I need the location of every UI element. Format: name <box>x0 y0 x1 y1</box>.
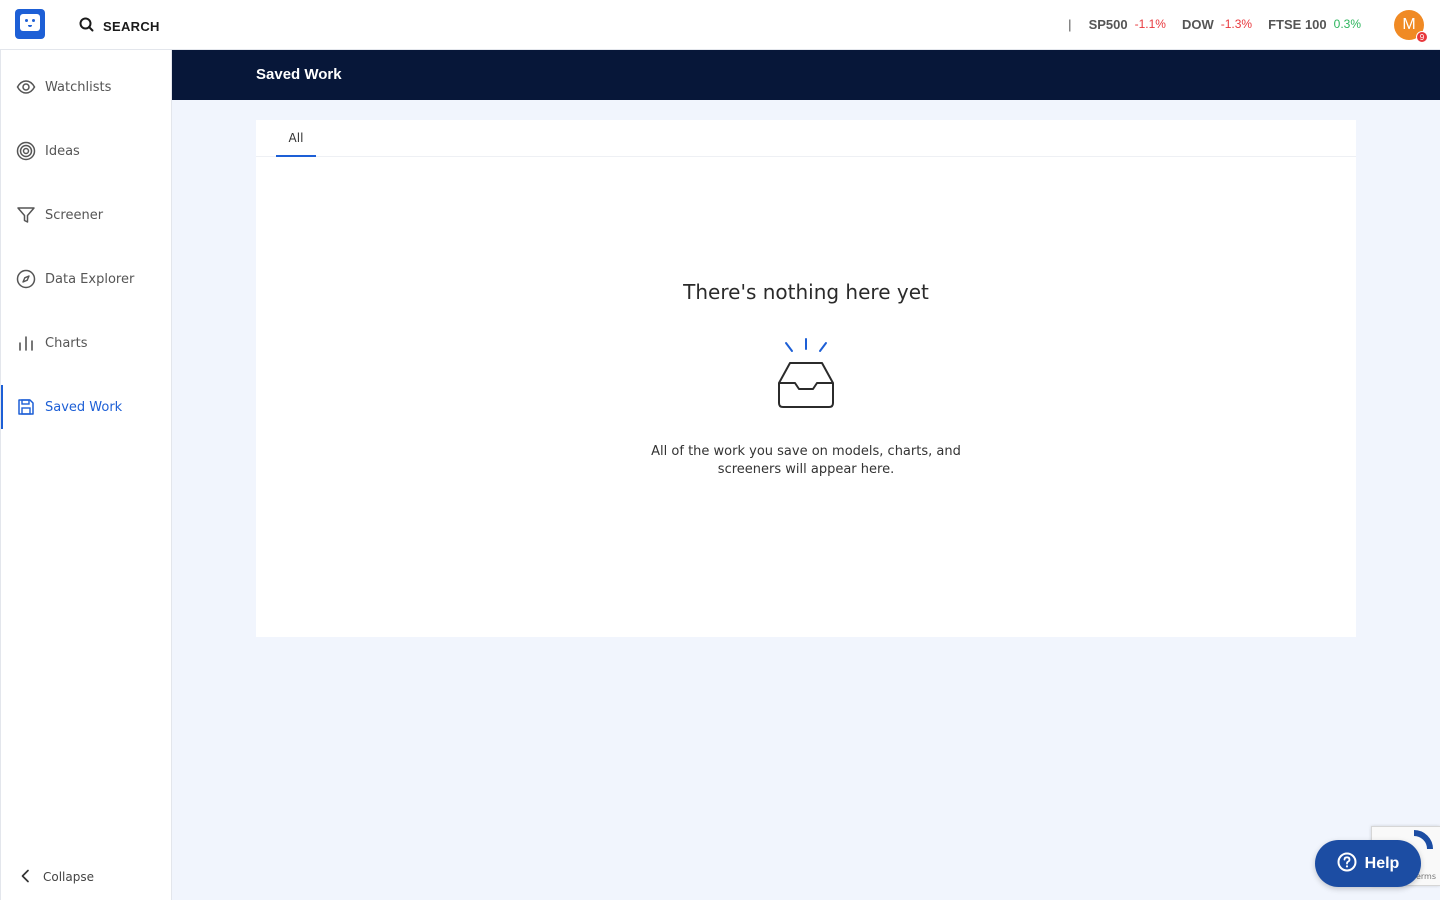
eye-icon <box>16 77 36 97</box>
top-bar: SEARCH | SP500 -1.1% DOW -1.3% FTSE 100 … <box>0 0 1440 50</box>
tab-bar: All <box>256 120 1356 157</box>
empty-state-description: All of the work you save on models, char… <box>626 443 986 479</box>
logo-eye-right <box>32 19 35 22</box>
tab-all[interactable]: All <box>276 120 316 157</box>
sidebar-item-label: Saved Work <box>45 399 123 415</box>
sidebar-item-data-explorer[interactable]: Data Explorer <box>1 257 171 301</box>
target-icon <box>16 141 36 161</box>
sidebar-item-ideas[interactable]: Ideas <box>1 129 171 173</box>
sidebar-item-saved-work[interactable]: Saved Work <box>1 385 171 429</box>
ticker-name: DOW <box>1181 17 1214 32</box>
empty-state-line: screeners will appear here. <box>717 462 895 477</box>
app-logo[interactable] <box>15 9 45 39</box>
ticker-separator: | <box>1068 17 1072 32</box>
saved-work-panel: All There's nothing here yet All of the … <box>256 120 1356 637</box>
page-header: Saved Work <box>172 50 1440 100</box>
chevron-left-icon <box>20 868 30 887</box>
sidebar-item-label: Charts <box>45 335 88 351</box>
user-avatar[interactable]: M 9 <box>1394 10 1428 43</box>
sidebar: Watchlists Ideas Screener Data Explorer … <box>0 50 172 900</box>
ticker-dow[interactable]: DOW -1.3% <box>1182 17 1252 32</box>
empty-state-title: There's nothing here yet <box>683 280 929 304</box>
page-title: Saved Work <box>256 66 342 83</box>
sidebar-item-screener[interactable]: Screener <box>1 193 171 237</box>
compass-icon <box>16 269 36 289</box>
recaptcha-text: erms <box>1415 872 1436 881</box>
sidebar-item-label: Watchlists <box>45 79 112 95</box>
logo-face <box>20 14 40 31</box>
ticker-name: FTSE 100 <box>1268 17 1327 32</box>
help-button[interactable]: Help <box>1315 840 1421 887</box>
notification-badge: 9 <box>1416 31 1428 43</box>
search-button[interactable]: SEARCH <box>79 16 160 36</box>
ticker-ftse100[interactable]: FTSE 100 0.3% <box>1268 17 1361 32</box>
search-label: SEARCH <box>103 18 160 34</box>
inbox-tray-icon <box>776 336 836 412</box>
sidebar-item-charts[interactable]: Charts <box>1 321 171 365</box>
save-icon <box>16 397 36 417</box>
help-label: Help <box>1364 854 1400 872</box>
logo-mouth <box>28 25 32 27</box>
sidebar-item-label: Data Explorer <box>45 271 135 287</box>
collapse-label: Collapse <box>43 870 94 884</box>
filter-icon <box>16 205 36 225</box>
ticker-change: 0.3% <box>1333 17 1361 31</box>
sidebar-item-label: Ideas <box>45 143 80 159</box>
bar-chart-icon <box>16 333 36 353</box>
search-icon <box>79 17 94 36</box>
market-tickers: | SP500 -1.1% DOW -1.3% FTSE 100 0.3% <box>1068 17 1361 32</box>
ticker-sp500[interactable]: SP500 -1.1% <box>1089 17 1166 32</box>
sidebar-item-label: Screener <box>45 207 104 223</box>
sidebar-item-watchlists[interactable]: Watchlists <box>1 65 171 109</box>
ticker-change: -1.3% <box>1220 17 1253 31</box>
collapse-button[interactable]: Collapse <box>1 858 94 896</box>
avatar-initial: M <box>1402 16 1416 33</box>
ticker-name: SP500 <box>1088 17 1128 32</box>
ticker-change: -1.1% <box>1134 17 1166 31</box>
empty-state-line: All of the work you save on models, char… <box>651 444 961 459</box>
logo-eye-left <box>25 19 28 22</box>
question-circle-icon <box>1337 852 1357 876</box>
